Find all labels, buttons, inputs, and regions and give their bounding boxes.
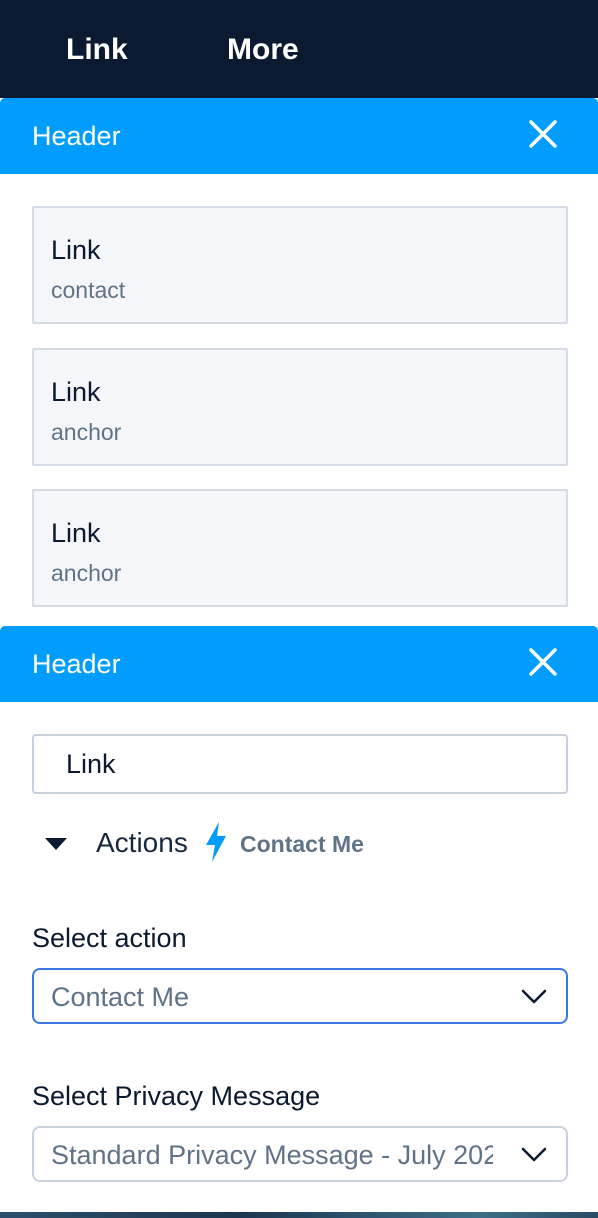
link-card-title: Link	[51, 518, 101, 548]
current-action-label: Contact Me	[240, 831, 364, 857]
actions-toggle-label[interactable]: Actions	[96, 826, 188, 860]
lightning-bolt-icon	[206, 822, 226, 862]
panel-title: Header	[32, 121, 121, 151]
caret-down-icon[interactable]	[45, 838, 67, 850]
link-card[interactable]: Link anchor	[32, 348, 568, 466]
link-card-title: Link	[51, 235, 101, 265]
select-action-dropdown[interactable]: Contact Me	[32, 968, 568, 1024]
chevron-down-icon	[521, 989, 547, 1004]
link-card[interactable]: Link contact	[32, 206, 568, 324]
panel-header-link-editor: Header	[0, 626, 598, 702]
link-text-input[interactable]	[32, 734, 568, 794]
close-icon[interactable]	[526, 645, 560, 679]
top-nav: Link More	[0, 0, 598, 98]
link-card-subtitle: contact	[51, 277, 126, 303]
link-card-subtitle: anchor	[51, 560, 122, 586]
select-action-label: Select action	[32, 923, 187, 953]
link-card[interactable]: Link anchor	[32, 489, 568, 607]
nav-item-link[interactable]: Link	[66, 30, 128, 70]
select-privacy-dropdown[interactable]: Standard Privacy Message - July 2020	[32, 1126, 568, 1182]
panel-title: Header	[32, 649, 121, 679]
panel-header-links: Header	[0, 98, 598, 174]
select-privacy-label: Select Privacy Message	[32, 1081, 321, 1111]
link-card-title: Link	[51, 377, 101, 407]
chevron-down-icon	[521, 1147, 547, 1162]
bottom-edge-strip	[0, 1212, 598, 1218]
select-privacy-value: Standard Privacy Message - July 2020	[51, 1140, 493, 1170]
nav-item-more[interactable]: More	[227, 30, 299, 70]
panel-body-links: Link contact Link anchor Link anchor	[0, 174, 598, 626]
close-icon[interactable]	[526, 117, 560, 151]
actions-row: Actions Contact Me	[0, 818, 598, 868]
link-card-subtitle: anchor	[51, 419, 122, 445]
select-action-value: Contact Me	[51, 982, 190, 1012]
